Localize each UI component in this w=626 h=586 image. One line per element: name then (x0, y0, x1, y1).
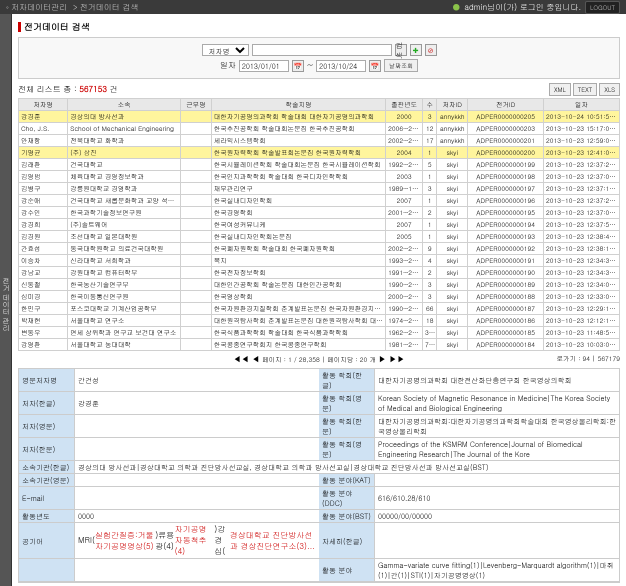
detail-value: Gamma-variate curve fitting(1)|Levenberg… (375, 559, 619, 582)
table-row[interactable]: 강순애건국대학교 새롭문화학과 교양 석사담임학부한국실내디자인학회20071s… (19, 195, 620, 207)
export-text-button[interactable]: TEXT (573, 83, 597, 96)
col-header[interactable]: 소속 (68, 99, 181, 111)
result-table: 저자명소속근무명학술지명출판년도수저자ID전거ID일자 강경훈경상의대 방사선과… (18, 98, 620, 351)
detail-value (75, 474, 319, 487)
detail-value: 대한자기공명의과학회 대한전산화단층연구회 한국영상의학회 (375, 369, 619, 392)
clear-icon[interactable]: ⊘ (425, 44, 437, 56)
detail-value (75, 438, 319, 461)
table-row[interactable]: 기명균(주) 삼진한국원자력학회 학술발표회논문집 한국원자력학회20041sk… (19, 147, 620, 159)
detail-label: 활동 학회(한문) (319, 415, 375, 438)
detail-value (75, 487, 319, 510)
breadcrumb-2: > 전거데이터 검색 (73, 2, 138, 13)
detail-value: 00000/00/00000 (375, 510, 619, 523)
detail-label: 영문저자명 (19, 369, 75, 392)
detail-value (375, 523, 619, 559)
calendar-from-icon[interactable]: 📅 (292, 60, 304, 72)
detail-value: Proceedings of the KSMRM Conference|Jour… (375, 438, 619, 461)
col-header[interactable]: 전거ID (468, 99, 544, 111)
export-xls-button[interactable]: XLS (599, 83, 620, 96)
table-row[interactable]: 심미경한국이동통신연구원한국영상학회2000~20113skyiADPER000… (19, 291, 620, 303)
detail-label: 활동년도 (19, 510, 75, 523)
author-detail-panel: 영문저자명간건성활동 학회(한글)대한자기공명의과학회 대한전산화단층연구회 한… (18, 368, 620, 583)
table-row[interactable]: 강남교강원대학교 컴퓨터학부한국전자정보학회1991~20072skyiADPE… (19, 267, 620, 279)
col-header[interactable]: 수 (423, 99, 437, 111)
detail-label (19, 559, 75, 582)
table-row[interactable]: 김래환건국대학교한국시뮬레이션학회 학술대회논문집 한국시뮬레이션학회1992~… (19, 159, 620, 171)
col-header[interactable]: 일자 (544, 99, 620, 111)
search-field-select[interactable]: 저자명 (202, 44, 249, 56)
breadcrumb-1[interactable]: ◦ 저자데이터관리 (6, 2, 67, 13)
table-row[interactable]: 김경원조선대학교 일본대학원한국실내디자인학회논문집20051skyiADPER… (19, 231, 620, 243)
date-from-input[interactable] (239, 60, 289, 72)
table-row[interactable]: 이승차신라대학교 서희학과복지1993~20054skyiADPER000000… (19, 255, 620, 267)
detail-value: 경상의대 방사선과|경상대학교 의학과 진단방사선교실, 경상대학교 의학과 방… (75, 461, 619, 474)
table-row[interactable]: 강영환서울대학교 농대대학한국콩종연구학회지 한국콩종연구학회1981~2012… (19, 339, 620, 351)
detail-label: 저자(영문) (19, 415, 75, 438)
detail-label: 공기어 (19, 523, 75, 559)
pager-prev[interactable]: ◀◀ ◀ (233, 354, 260, 365)
detail-value: MRI(실험간질증:거울자기공명영상(5))류용광(4)자기공명 자동척추(4)… (75, 523, 319, 559)
table-row[interactable]: Cho, J.S.School of Mechanical Engineerin… (19, 123, 620, 135)
logout-button[interactable]: LOGOUT (585, 1, 620, 14)
side-tab-authority[interactable]: 전거 데이터 관리 (0, 14, 12, 586)
search-keyword-input[interactable] (252, 44, 392, 56)
table-row[interactable]: 강수인한국과학기술정보연구원한국경영학회2001~20022skyiADPER0… (19, 207, 620, 219)
detail-label: 소속기관(영문) (19, 474, 75, 487)
detail-label: 활동 분야(DDC) (319, 487, 375, 510)
detail-label: E-mail (19, 487, 75, 510)
date-label: 일자 (220, 60, 236, 71)
pager-next[interactable]: ▶ ▶▶ (378, 354, 405, 365)
table-row[interactable]: 간효섭동국대학원학교 의료건국대학원한국폐자원학회 학술대회 한국폐자원학회20… (19, 243, 620, 255)
table-row[interactable]: 박재현서울대학교 연구소대한원격탐사학회 춘계발표논문집 대한원격탐사학회 대한… (19, 315, 620, 327)
detail-value (75, 559, 319, 582)
detail-value: 0000 (75, 510, 319, 523)
col-header[interactable]: 출판년도 (386, 99, 423, 111)
detail-label: 자세히(한글) (319, 523, 375, 559)
detail-value (75, 415, 319, 438)
table-row[interactable]: 강경훈경상의대 방사선과대한자기공명의과학회 학술대회 대한자기공명의과학회20… (19, 111, 620, 123)
detail-label: 소속기관(한글) (19, 461, 75, 474)
detail-value (375, 474, 619, 487)
search-panel: 저자명 검색 ✚ ⊘ 일자 📅 ~ 📅 날짜조회 (18, 37, 620, 79)
search-button[interactable]: 검색 (395, 44, 407, 56)
detail-value: Korean Society of Magnetic Resonance in … (375, 392, 619, 415)
col-header[interactable]: 학술지명 (211, 99, 385, 111)
detail-label: 활동 분야(BST) (319, 510, 375, 523)
add-icon[interactable]: ✚ (410, 44, 422, 56)
detail-label: 활동 분야 (319, 559, 375, 582)
pager-info: 페이지 : 1 / 28,358 | 페이지당 : 20 개 (262, 355, 376, 364)
table-row[interactable]: 김병구강릉원대학교 경영학과재무관리연구1989~19913skyiADPER0… (19, 183, 620, 195)
table-row[interactable]: 변동우연세 상위학과 연구교 보건대 연구소한국식품과학학회 학술대회 한국식품… (19, 327, 620, 339)
export-xml-button[interactable]: XML (549, 83, 571, 96)
table-row[interactable]: 강경희(주)솔트웨어한국여성커뮤니케20071skyiADPER00000001… (19, 219, 620, 231)
result-count: 전체 리스트 총 : 567153 건 (18, 84, 118, 95)
detail-label: 활동 학회(영문) (319, 438, 375, 461)
page-title: 전거데이터 검색 (24, 20, 90, 33)
col-header[interactable]: 저자ID (437, 99, 468, 111)
table-row[interactable]: 김영범체육대학교 경영정보학과한국인지과학학회 학술대회 한국디자인학학회200… (19, 171, 620, 183)
title-bar-icon (18, 22, 21, 32)
table-row[interactable]: 신동철한국농산기술연구부대한인간공학회 학술논문집 대한인간공학회1990~20… (19, 279, 620, 291)
detail-label: 활동 학회(영문) (319, 392, 375, 415)
date-to-input[interactable] (316, 60, 366, 72)
col-header[interactable]: 근무명 (181, 99, 212, 111)
detail-label: 저자(한글) (19, 392, 75, 415)
calendar-to-icon[interactable]: 📅 (369, 60, 381, 72)
table-row[interactable]: 한민구포스코대학교 기계산업공학부한국자원환경지질학회 춘계발표논문집 한국자원… (19, 303, 620, 315)
detail-value: 대한자기공명의과학회:대한자기공명의과학회학술대회 한국영상물리학회:한국영상물… (375, 415, 619, 438)
pager-goto: 로가기 : 94 | 567179 (557, 354, 620, 363)
detail-value: 616/610.28/610 (375, 487, 619, 510)
user-status: admin님이(가) 로그인 중입니다. (464, 2, 581, 13)
table-row[interactable]: 안재항전북대학교 화학과세라믹시스템학회2002~201317annykkhAD… (19, 135, 620, 147)
detail-label: 활동 분야(KAT) (319, 474, 375, 487)
user-status-icon: ● (452, 2, 460, 13)
date-search-button[interactable]: 날짜조회 (384, 59, 418, 72)
detail-label: 저자(한문) (19, 438, 75, 461)
detail-value: 간건성 (75, 369, 319, 392)
detail-label: 활동 학회(한글) (319, 369, 375, 392)
detail-value: 강경훈 (75, 392, 319, 415)
col-header[interactable]: 저자명 (19, 99, 68, 111)
